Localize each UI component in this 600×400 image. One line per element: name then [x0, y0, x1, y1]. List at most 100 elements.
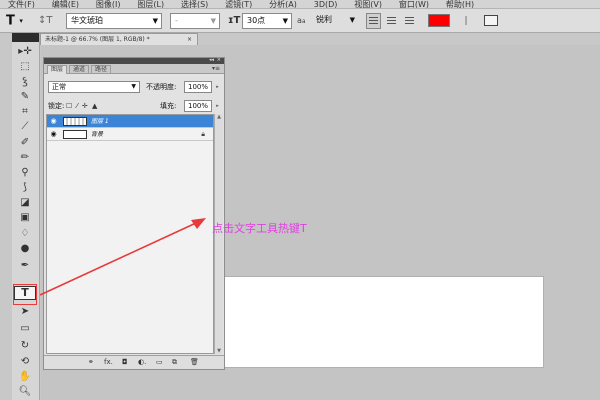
menu-view[interactable]: 视图(V)	[354, 1, 382, 9]
font-size-icon: ɪT	[228, 15, 241, 26]
layer-thumbnail	[63, 130, 87, 139]
healing-brush-tool-icon[interactable]: ✐	[14, 136, 36, 150]
menu-analysis[interactable]: 分析(A)	[269, 1, 297, 9]
text-tool-icon: T	[6, 13, 15, 29]
align-right-icon	[405, 17, 414, 18]
eraser-tool-icon[interactable]: ◪	[14, 196, 36, 210]
text-orientation-icon[interactable]: ↕T	[38, 13, 53, 29]
layer-list: ◉ 图层 1 ◉ 背景 🔒︎	[46, 114, 214, 354]
layer-row[interactable]: ◉ 图层 1	[47, 115, 213, 128]
panel-grip[interactable]	[12, 33, 39, 42]
active-tool-highlight	[13, 284, 37, 305]
menu-filter[interactable]: 滤镜(T)	[225, 1, 252, 9]
menu-edit[interactable]: 编辑(E)	[52, 1, 79, 9]
gradient-tool-icon[interactable]: ▣	[14, 211, 36, 225]
opacity-input[interactable]: 100%	[184, 81, 212, 93]
menu-window[interactable]: 窗口(W)	[399, 1, 429, 9]
fill-label: 填充:	[160, 102, 177, 110]
fill-stepper[interactable]: ▸	[214, 101, 221, 111]
chevron-down-icon: ▼	[131, 83, 136, 90]
align-left-button[interactable]	[366, 13, 381, 29]
document-tab[interactable]: 未标题-1 @ 66.7% (图层 1, RGB/8) * ×	[40, 33, 198, 45]
marquee-tool-icon[interactable]: ⬚	[14, 60, 36, 74]
3d-rotate-tool-icon[interactable]: ↻	[14, 339, 36, 353]
menu-3d[interactable]: 3D(D)	[314, 1, 338, 9]
tools-panel: ▸✛ ⬚ ꝣ ✎ ⌗ ⟋ ✐ ✏ ⚲ ⟆ ◪ ▣ ♢ ● ✒ T ➤ ▭ ↻ ⟲…	[12, 33, 40, 400]
align-center-button[interactable]	[384, 13, 399, 29]
close-icon[interactable]: ×	[217, 57, 221, 63]
layer-style-icon[interactable]: fx.	[104, 356, 113, 369]
lock-label: 锁定:	[48, 102, 65, 110]
tab-paths[interactable]: 路径	[91, 65, 112, 74]
text-color-swatch[interactable]	[428, 14, 450, 27]
layer-mask-icon[interactable]: ◘	[122, 356, 128, 369]
shape-tool-icon[interactable]: ▭	[14, 322, 36, 336]
antialias-icon: aa	[297, 16, 306, 25]
document-canvas[interactable]	[222, 276, 544, 368]
font-style-value: -	[175, 16, 178, 25]
font-family-select[interactable]: 华文琥珀 ▼	[66, 13, 162, 29]
scroll-up-icon[interactable]: ▲	[215, 114, 223, 120]
eye-icon[interactable]: ◉	[49, 130, 58, 139]
scroll-down-icon[interactable]: ▼	[215, 348, 223, 354]
fill-input[interactable]: 100%	[184, 100, 212, 112]
delete-layer-icon[interactable]: 🗑︎	[190, 356, 199, 369]
character-panel-icon[interactable]	[484, 15, 498, 26]
dodge-tool-icon[interactable]: ●	[14, 242, 36, 256]
menu-help[interactable]: 帮助(H)	[446, 1, 474, 9]
chevron-down-icon: ▼	[210, 17, 216, 25]
chevron-down-icon: ▼	[152, 17, 158, 25]
options-bar: T ▾ ↕T 华文琥珀 ▼ - ▼ ɪT 30点 ▼ aa 锐利 ▼ Ⅰ	[0, 9, 600, 33]
move-tool-icon[interactable]: ▸✛	[14, 45, 36, 59]
panel-tabs: 图层 通道 路径 ▾≡	[44, 64, 224, 74]
eye-icon[interactable]: ◉	[49, 117, 58, 126]
lasso-tool-icon[interactable]: ꝣ	[14, 75, 36, 89]
3d-camera-tool-icon[interactable]: ⟲	[14, 355, 36, 369]
collapse-icon[interactable]: ◂◂	[209, 57, 214, 63]
pen-tool-icon[interactable]: ✒	[14, 259, 36, 273]
layer-row[interactable]: ◉ 背景 🔒︎	[47, 128, 213, 141]
font-style-select[interactable]: - ▼	[170, 13, 220, 29]
font-family-value: 华文琥珀	[71, 16, 103, 25]
new-layer-icon[interactable]: ⧉	[172, 356, 177, 369]
opacity-label: 不透明度:	[146, 83, 177, 91]
blend-mode-value: 正常	[52, 83, 66, 91]
align-center-icon	[387, 17, 396, 18]
zoom-tool-icon[interactable]: 🔍︎	[14, 385, 36, 399]
panel-menu-icon[interactable]: ▾≡	[212, 64, 220, 74]
link-layers-icon[interactable]: ⚭	[88, 356, 94, 369]
menu-image[interactable]: 图像(I)	[96, 1, 121, 9]
warp-text-icon[interactable]: Ⅰ	[458, 13, 474, 29]
menu-select[interactable]: 选择(S)	[181, 1, 208, 9]
menu-file[interactable]: 文件(F)	[8, 1, 35, 9]
chevron-down-icon: ▼	[282, 17, 288, 25]
tab-layers[interactable]: 图层	[47, 65, 68, 74]
align-right-button[interactable]	[402, 13, 417, 29]
blur-tool-icon[interactable]: ♢	[14, 227, 36, 241]
chevron-down-icon: ▾	[19, 17, 23, 25]
clone-stamp-tool-icon[interactable]: ⚲	[14, 166, 36, 180]
hand-tool-icon[interactable]: ✋	[14, 370, 36, 384]
opacity-stepper[interactable]: ▸	[214, 82, 221, 92]
layers-panel-footer: ⚭ fx. ◘ ◐. ▭ ⧉ 🗑︎	[44, 355, 224, 369]
tab-channels[interactable]: 通道	[69, 65, 90, 74]
group-icon[interactable]: ▭	[156, 356, 163, 369]
path-select-tool-icon[interactable]: ➤	[14, 305, 36, 319]
tool-preset-picker[interactable]: T ▾	[6, 13, 32, 29]
lock-icons[interactable]: ☐ ⁄ ✛ ▲	[66, 100, 98, 112]
adjustment-layer-icon[interactable]: ◐.	[138, 356, 146, 369]
annotation-text: 点击文字工具热键T	[212, 222, 307, 235]
crop-tool-icon[interactable]: ⌗	[14, 105, 36, 119]
history-brush-tool-icon[interactable]: ⟆	[14, 181, 36, 195]
font-size-value: 30点	[247, 16, 266, 25]
eyedropper-tool-icon[interactable]: ⟋	[14, 120, 36, 134]
menu-layer[interactable]: 图层(L)	[137, 1, 164, 9]
font-size-select[interactable]: 30点 ▼	[242, 13, 292, 29]
antialias-value: 锐利	[316, 15, 332, 24]
blend-mode-select[interactable]: 正常 ▼	[48, 81, 140, 93]
close-icon[interactable]: ×	[187, 34, 192, 45]
quick-select-tool-icon[interactable]: ✎	[14, 90, 36, 104]
layers-panel: ◂◂ × 图层 通道 路径 ▾≡ 正常 ▼ 不透明度: 100% ▸ 锁定: ☐…	[43, 57, 225, 370]
antialias-select[interactable]: 锐利 ▼	[312, 13, 358, 29]
brush-tool-icon[interactable]: ✏	[14, 151, 36, 165]
